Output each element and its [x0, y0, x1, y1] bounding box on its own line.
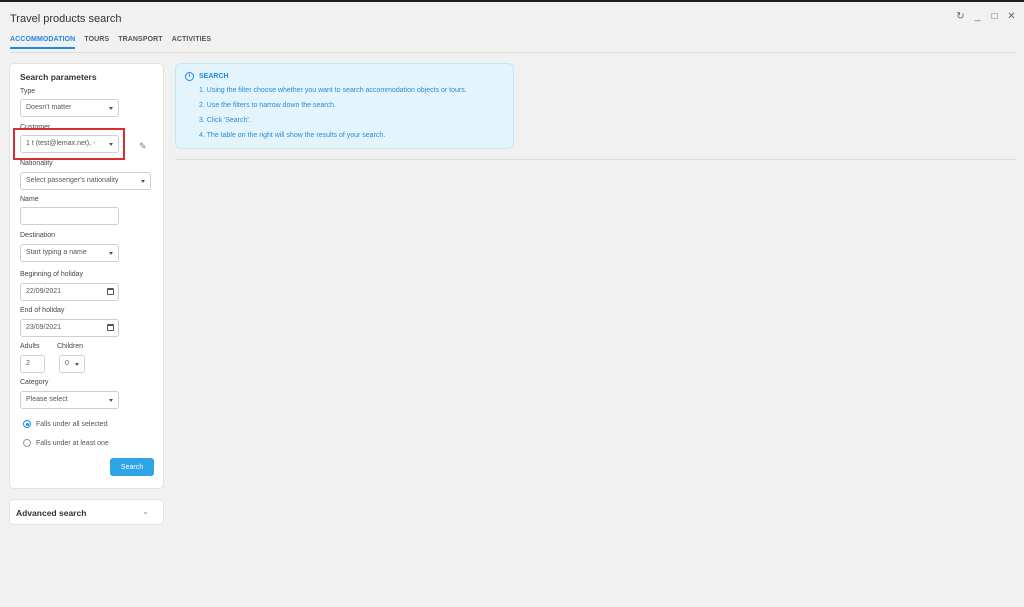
info-header: i SEARCH: [185, 72, 229, 81]
radio-all-selected[interactable]: Falls under all selected: [23, 420, 108, 428]
type-select[interactable]: Doesn't matter: [20, 99, 119, 117]
end-value: 23/09/2021: [26, 324, 62, 331]
window-controls: ↻ _ □ ✕: [956, 12, 1016, 22]
tab-divider: [10, 52, 1016, 53]
product-tabs: ACCOMMODATION TOURS TRANSPORT ACTIVITIES: [10, 36, 211, 49]
end-label: End of holiday: [20, 307, 65, 314]
adults-label: Adults: [20, 343, 40, 350]
type-label: Type: [20, 88, 36, 95]
chevron-down-icon: [75, 363, 79, 366]
children-select[interactable]: 0: [59, 355, 85, 373]
results-divider: [175, 159, 1016, 160]
nationality-value: Select passenger's nationality: [26, 177, 119, 184]
nationality-label: Nationality: [20, 160, 53, 167]
info-line-2: 2. Use the filters to narrow down the se…: [199, 102, 336, 109]
radio-button-checked[interactable]: [23, 420, 31, 428]
category-value: Please select: [26, 396, 68, 403]
category-select[interactable]: Please select: [20, 391, 119, 409]
calendar-icon[interactable]: [107, 288, 114, 295]
adults-input[interactable]: 2: [20, 355, 45, 373]
window-title: Travel products search: [10, 13, 122, 25]
chevron-down-icon: [109, 399, 113, 402]
destination-label: Destination: [20, 232, 56, 239]
beginning-date-input[interactable]: 22/09/2021: [20, 283, 119, 301]
name-input[interactable]: [20, 207, 119, 225]
destination-select[interactable]: Start typing a name: [20, 244, 119, 262]
nationality-select[interactable]: Select passenger's nationality: [20, 172, 151, 190]
tab-tours[interactable]: TOURS: [84, 36, 109, 49]
children-label: Children: [57, 343, 84, 350]
chevron-down-icon: [109, 252, 113, 255]
search-button[interactable]: Search: [110, 458, 154, 476]
beginning-label: Beginning of holiday: [20, 271, 84, 278]
info-icon: i: [185, 72, 194, 81]
type-value: Doesn't matter: [26, 104, 72, 111]
panel-title: Search parameters: [20, 72, 97, 82]
chevron-down-icon: [109, 107, 113, 110]
close-icon[interactable]: ✕: [1007, 12, 1016, 22]
calendar-icon[interactable]: [107, 324, 114, 331]
radio-at-least-one[interactable]: Falls under at least one: [23, 439, 109, 447]
pencil-icon[interactable]: ✎: [139, 141, 147, 152]
info-line-1: 1. Using the filter choose whether you w…: [199, 87, 467, 94]
info-line-4: 4. The table on the right will show the …: [199, 132, 386, 139]
chevron-down-icon: [141, 180, 145, 183]
beginning-value: 22/09/2021: [26, 288, 62, 295]
end-date-input[interactable]: 23/09/2021: [20, 319, 119, 337]
advanced-search-title: Advanced search: [16, 508, 87, 518]
category-label: Category: [20, 379, 49, 386]
advanced-search-panel[interactable]: Advanced search ⌄: [9, 499, 164, 525]
search-info-box: i SEARCH 1. Using the filter choose whet…: [175, 63, 514, 149]
chevron-down-icon[interactable]: ⌄: [142, 507, 149, 516]
destination-value: Start typing a name: [26, 249, 87, 256]
minimize-icon[interactable]: _: [973, 12, 982, 22]
info-title: SEARCH: [199, 73, 229, 80]
tab-accommodation[interactable]: ACCOMMODATION: [10, 36, 76, 49]
maximize-icon[interactable]: □: [990, 12, 999, 22]
radio-all-label: Falls under all selected: [36, 420, 108, 428]
info-line-3: 3. Click 'Search'.: [199, 117, 251, 124]
search-parameters-panel: Search parameters Type Doesn't matter Cu…: [9, 63, 164, 489]
tab-activities[interactable]: ACTIVITIES: [172, 36, 212, 49]
radio-button-unchecked[interactable]: [23, 439, 31, 447]
name-label: Name: [20, 196, 39, 203]
tab-transport[interactable]: TRANSPORT: [118, 36, 162, 49]
refresh-icon[interactable]: ↻: [956, 12, 965, 22]
top-border: [0, 0, 1024, 2]
radio-one-label: Falls under at least one: [36, 439, 109, 447]
children-value: 0: [65, 360, 69, 367]
highlight-box: [13, 128, 125, 160]
